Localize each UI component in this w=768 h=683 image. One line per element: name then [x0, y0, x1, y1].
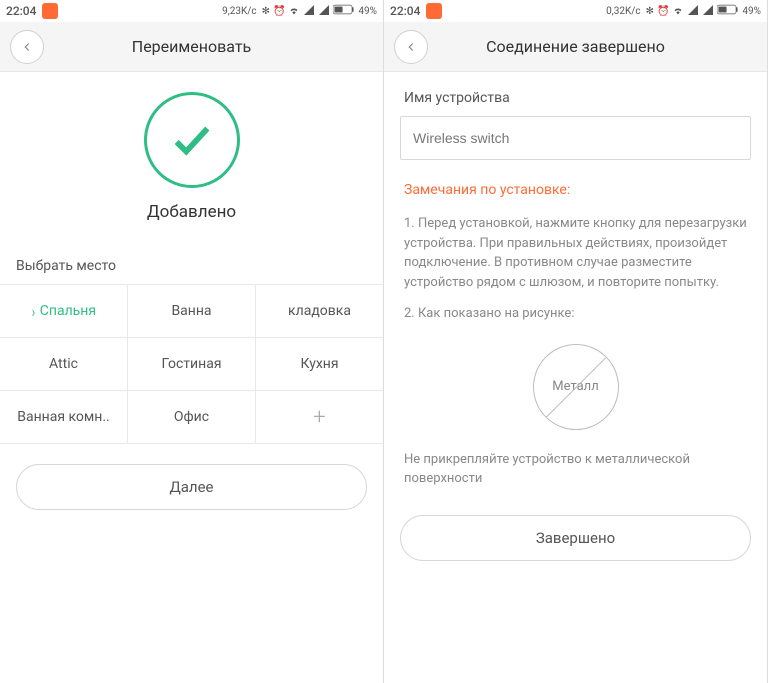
status-time: 22:04 [6, 4, 36, 18]
success-checkmark-icon [144, 92, 240, 188]
back-button[interactable] [10, 30, 44, 64]
location-cell-attic[interactable]: Attic [0, 338, 128, 390]
phone-screen-connection: 22:04 0,32K/c ✻ ⏰ 49% Соединение заверше… [384, 0, 768, 683]
battery-icon [333, 4, 355, 18]
location-cell-storage[interactable]: кладовка [256, 285, 383, 337]
phone-screen-rename: 22:04 9,23K/c ✻ ⏰ 49% Переименовать [0, 0, 384, 683]
header: Соединение завершено [384, 22, 767, 72]
status-app-icon [426, 3, 442, 19]
location-cell-bathroom[interactable]: Ванна [128, 285, 256, 337]
status-speed: 0,32K/c [606, 6, 640, 17]
signal-icon-2 [702, 4, 714, 19]
status-bar: 22:04 9,23K/c ✻ ⏰ 49% [0, 0, 383, 22]
location-cell-kitchen[interactable]: Кухня [256, 338, 383, 390]
location-cell-office[interactable]: Офис [128, 391, 256, 443]
location-cell-bathroom2[interactable]: Ванная комн.. [0, 391, 128, 443]
location-cell-livingroom[interactable]: Гостиная [128, 338, 256, 390]
device-name-input[interactable] [400, 116, 751, 160]
location-add-button[interactable]: + [256, 391, 383, 443]
status-right: 0,32K/c ✻ ⏰ 49% [606, 4, 761, 19]
status-speed: 9,23K/c [222, 6, 256, 17]
installation-notes-header: Замечания по установке: [384, 160, 767, 208]
signal-icon-2 [318, 4, 330, 19]
signal-icon [303, 4, 315, 19]
next-button[interactable]: Далее [16, 464, 367, 510]
battery-percent: 49% [742, 6, 761, 17]
page-title: Переименовать [44, 37, 339, 56]
content: Имя устройства Замечания по установке: 1… [384, 72, 767, 683]
done-button[interactable]: Завершено [400, 515, 751, 561]
note-3: Не прикрепляйте устройство к металлическ… [384, 444, 767, 495]
alarm-icon: ⏰ [273, 6, 285, 17]
bluetooth-icon: ✻ [646, 6, 654, 17]
location-row: Спальня Ванна кладовка [0, 285, 383, 338]
status-time: 22:04 [390, 4, 420, 18]
page-title: Соединение завершено [428, 37, 723, 56]
battery-icon [717, 4, 739, 18]
status-app-icon [42, 3, 58, 19]
location-grid: Спальня Ванна кладовка Attic Гостиная Ку… [0, 284, 383, 444]
note-1: 1. Перед установкой, нажмите кнопку для … [384, 208, 767, 298]
location-cell-bedroom[interactable]: Спальня [0, 285, 128, 337]
metal-label: Металл [552, 379, 598, 394]
section-label: Выбрать место [0, 246, 383, 284]
content: Добавлено Выбрать место Спальня Ванна кл… [0, 72, 383, 683]
wifi-icon [288, 4, 300, 19]
status-bar: 22:04 0,32K/c ✻ ⏰ 49% [384, 0, 767, 22]
header: Переименовать [0, 22, 383, 72]
location-row: Attic Гостиная Кухня [0, 338, 383, 391]
signal-icon [687, 4, 699, 19]
note-2: 2. Как показано на рисунке: [384, 298, 767, 330]
added-label: Добавлено [0, 202, 383, 222]
alarm-icon: ⏰ [657, 6, 669, 17]
location-row: Ванная комн.. Офис + [0, 391, 383, 443]
bluetooth-icon: ✻ [262, 6, 270, 17]
bottom-area: Далее [0, 444, 383, 510]
bottom-area: Завершено [384, 495, 767, 561]
status-right: 9,23K/c ✻ ⏰ 49% [222, 4, 377, 19]
battery-percent: 49% [358, 6, 377, 17]
back-button[interactable] [394, 30, 428, 64]
metal-warning-icon: Металл [533, 344, 619, 430]
wifi-icon [672, 4, 684, 19]
device-name-label: Имя устройства [384, 72, 767, 116]
